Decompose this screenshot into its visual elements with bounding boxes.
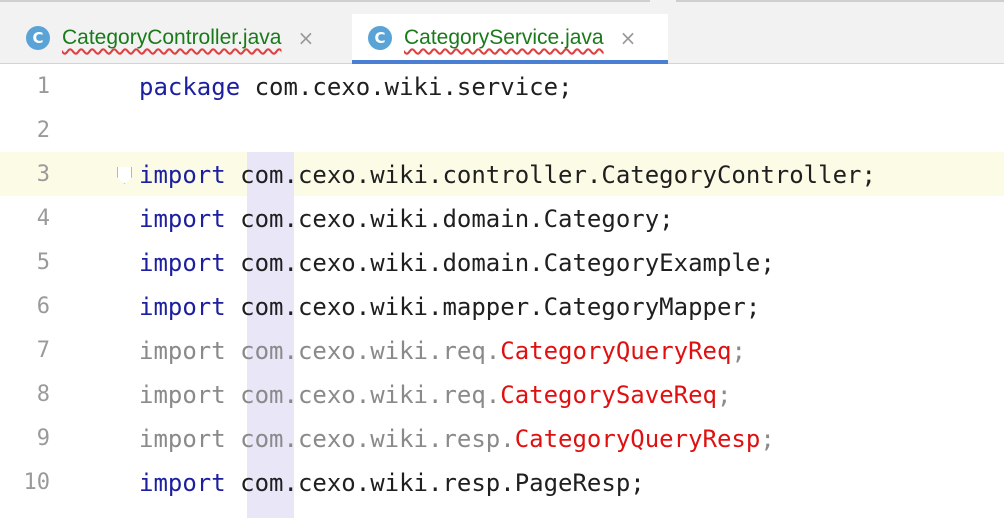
- active-tab-indicator: [352, 60, 668, 64]
- code-text[interactable]: import com.cexo.wiki.controller.Category…: [139, 153, 876, 197]
- code-line[interactable]: 6 import com.cexo.wiki.mapper.CategoryMap…: [0, 285, 1004, 329]
- line-number[interactable]: 6: [0, 285, 50, 329]
- code-text[interactable]: import com.cexo.wiki.req.CategoryQueryRe…: [139, 329, 746, 373]
- line-number[interactable]: 7: [0, 329, 50, 373]
- tab-bar-top-border: [676, 0, 1004, 2]
- code-path: com.cexo.wiki.domain.CategoryExample;: [225, 249, 775, 277]
- tab-category-controller[interactable]: C CategoryController.java ×: [26, 14, 314, 62]
- code-path: com.cexo.wiki.controller.CategoryControl…: [225, 161, 876, 189]
- line-number[interactable]: 9: [0, 417, 50, 461]
- code-line[interactable]: 10 import com.cexo.wiki.resp.PageResp;: [0, 461, 1004, 505]
- code-text[interactable]: package com.cexo.wiki.service;: [139, 65, 573, 109]
- code-suffix: ;: [717, 381, 732, 409]
- close-icon[interactable]: ×: [620, 28, 637, 48]
- code-path: com.cexo.wiki.req.: [225, 337, 501, 365]
- code-path: com.cexo.wiki.req.: [225, 381, 501, 409]
- keyword: import: [139, 425, 226, 453]
- code-text[interactable]: import com.cexo.wiki.mapper.CategoryMapp…: [139, 285, 760, 329]
- code-line[interactable]: 2: [0, 109, 1004, 153]
- tab-label: CategoryService.java: [404, 26, 604, 49]
- line-number[interactable]: 3: [0, 153, 50, 197]
- line-number[interactable]: 4: [0, 197, 50, 241]
- line-number[interactable]: 5: [0, 241, 50, 285]
- code-path: com.cexo.wiki.service;: [240, 73, 573, 101]
- code-text[interactable]: import com.cexo.wiki.domain.CategoryExam…: [139, 241, 775, 285]
- line-number[interactable]: 1: [0, 65, 50, 109]
- code-text[interactable]: import com.cexo.wiki.req.CategorySaveReq…: [139, 373, 731, 417]
- keyword: import: [139, 205, 226, 233]
- code-suffix: ;: [731, 337, 746, 365]
- keyword: import: [139, 337, 226, 365]
- tab-bar-top-border: [0, 0, 650, 2]
- code-text[interactable]: import com.cexo.wiki.resp.CategoryQueryR…: [139, 417, 775, 461]
- class-icon: C: [26, 26, 50, 50]
- tab-label: CategoryController.java: [62, 26, 282, 49]
- line-number[interactable]: 10: [0, 461, 51, 505]
- keyword: import: [139, 293, 226, 321]
- code-text[interactable]: import com.cexo.wiki.domain.Category;: [139, 197, 674, 241]
- keyword: import: [139, 249, 226, 277]
- code-text[interactable]: import com.cexo.wiki.resp.PageResp;: [139, 461, 645, 505]
- code-line[interactable]: 4 import com.cexo.wiki.domain.Category;: [0, 197, 1004, 241]
- code-line[interactable]: 7 import com.cexo.wiki.req.CategoryQueryR…: [0, 329, 1004, 373]
- code-suffix: ;: [760, 425, 775, 453]
- code-editor[interactable]: 1 package com.cexo.wiki.service; 2 3 import …: [0, 65, 1004, 518]
- keyword: import: [139, 381, 226, 409]
- code-path: com.cexo.wiki.domain.Category;: [225, 205, 674, 233]
- tab-category-service[interactable]: C CategoryService.java ×: [352, 14, 668, 64]
- fold-marker-icon[interactable]: [117, 167, 132, 184]
- unresolved-symbol: CategoryQueryResp: [514, 425, 761, 453]
- code-path: com.cexo.wiki.resp.: [225, 425, 515, 453]
- line-number[interactable]: 8: [0, 373, 50, 417]
- code-path: com.cexo.wiki.resp.PageResp;: [225, 469, 645, 497]
- class-icon: C: [368, 26, 392, 50]
- code-line[interactable]: 5 import com.cexo.wiki.domain.CategoryExa…: [0, 241, 1004, 285]
- code-line[interactable]: 8 import com.cexo.wiki.req.CategorySaveRe…: [0, 373, 1004, 417]
- unresolved-symbol: CategoryQueryReq: [500, 337, 732, 365]
- code-path: com.cexo.wiki.mapper.CategoryMapper;: [225, 293, 761, 321]
- code-line[interactable]: 9 import com.cexo.wiki.resp.CategoryQuery…: [0, 417, 1004, 461]
- close-icon[interactable]: ×: [297, 28, 314, 48]
- keyword: import: [139, 161, 226, 189]
- keyword: package: [139, 73, 241, 101]
- code-line[interactable]: 3 import com.cexo.wiki.controller.Categor…: [0, 153, 1004, 197]
- unresolved-symbol: CategorySaveReq: [500, 381, 717, 409]
- keyword: import: [139, 469, 226, 497]
- code-line[interactable]: 1 package com.cexo.wiki.service;: [0, 65, 1004, 109]
- line-number[interactable]: 2: [0, 109, 50, 153]
- editor-tab-bar: C CategoryController.java × C CategorySe…: [0, 0, 1004, 64]
